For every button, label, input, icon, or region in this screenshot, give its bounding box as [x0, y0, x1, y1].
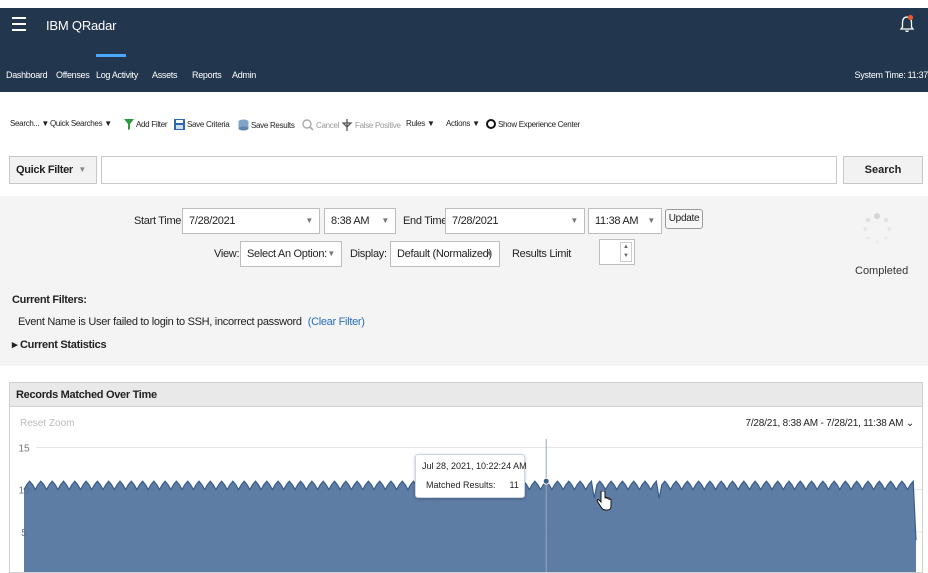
database-save-icon [238, 119, 249, 131]
end-time-select[interactable]: 11:38 AM ▼ [588, 208, 662, 234]
dropdown-arrow-icon: ▼ [472, 119, 480, 128]
current-filters-heading: Current Filters: [12, 294, 87, 306]
end-date-select[interactable]: 7/28/2021 ▼ [445, 208, 585, 234]
display-select[interactable]: Default (Normalized) ▼ [390, 241, 500, 267]
tooltip-series-row: Matched Results: 11 [422, 480, 519, 490]
dropdown-arrow-icon: ▼ [104, 119, 112, 128]
view-select[interactable]: Select An Option: ▼ [240, 241, 342, 267]
quick-filter-select[interactable]: Quick Filter ▼ [9, 156, 97, 184]
app-header: IBM QRadar [0, 8, 928, 44]
records-chart-panel: Records Matched Over Time Reset Zoom 7/2… [9, 382, 923, 573]
start-time-select[interactable]: 8:38 AM ▼ [324, 208, 396, 234]
tab-reports[interactable]: Reports [192, 70, 222, 80]
quick-searches-button[interactable]: Quick Searches ▼ [50, 119, 112, 128]
app-title: IBM QRadar [46, 18, 117, 33]
current-filter-item: Event Name is User failed to login to SS… [18, 316, 365, 328]
current-statistics-toggle[interactable]: ▸ Current Statistics [12, 338, 107, 351]
show-experience-center-button[interactable]: Show Experience Center [486, 119, 580, 129]
chevron-down-icon: ⌄ [905, 418, 914, 429]
system-time: System Time: 11:37 [854, 70, 928, 80]
notification-bell-icon[interactable] [898, 14, 916, 34]
search-menu-button[interactable]: Search... ▼ [10, 119, 49, 128]
tab-admin[interactable]: Admin [232, 70, 256, 80]
dropdown-arrow-icon: ▼ [78, 165, 86, 174]
dropdown-arrow-icon: ▼ [327, 249, 335, 258]
tooltip-timestamp: Jul 28, 2021, 10:22:24 AM [422, 461, 527, 471]
update-button[interactable]: Update [665, 209, 703, 229]
expand-triangle-icon: ▸ [12, 339, 18, 351]
save-results-button[interactable]: Save Results [238, 119, 295, 131]
hand-cursor-icon [596, 490, 612, 516]
tooltip-value: 11 [509, 480, 519, 490]
hamburger-menu-icon[interactable] [12, 17, 26, 31]
clear-filter-link[interactable]: (Clear Filter) [308, 316, 365, 328]
dropdown-arrow-icon: ▼ [570, 216, 578, 225]
display-label: Display: [350, 248, 387, 260]
main-nav: Dashboard Offenses Log Activity Assets R… [0, 44, 928, 92]
tooltip-series-label: Matched Results: [426, 480, 496, 490]
add-filter-button[interactable]: Add Filter [124, 119, 168, 130]
loading-spinner-icon [860, 212, 894, 248]
status-text: Completed [855, 265, 909, 277]
dropdown-arrow-icon: ▼ [41, 119, 49, 128]
reset-zoom-button[interactable]: Reset Zoom [20, 418, 74, 429]
experience-center-icon [486, 119, 496, 129]
cancel-button[interactable]: Cancel [302, 119, 339, 131]
y-tick-label: 15 [18, 443, 30, 454]
tab-offenses[interactable]: Offenses [56, 70, 90, 80]
tab-log-activity[interactable]: Log Activity [96, 70, 138, 80]
dropdown-arrow-icon: ▼ [647, 216, 655, 225]
tab-dashboard[interactable]: Dashboard [6, 70, 48, 80]
time-range-selector[interactable]: 7/28/21, 8:38 AM - 7/28/21, 11:38 AM ⌄ [745, 418, 914, 429]
actions-menu-button[interactable]: Actions ▼ [446, 119, 480, 128]
search-button[interactable]: Search [843, 156, 923, 184]
chart-tooltip: Jul 28, 2021, 10:22:24 AM Matched Result… [415, 454, 527, 498]
end-time-label: End Time [403, 215, 448, 227]
filter-icon [124, 119, 134, 130]
spinner-arrows-icon[interactable]: ▲ ▼ [620, 242, 632, 262]
dropdown-arrow-icon: ▼ [426, 119, 435, 128]
notification-badge [907, 14, 914, 21]
highlighted-data-point [542, 477, 550, 485]
results-limit-input[interactable]: ▲ ▼ [599, 239, 635, 265]
results-limit-label: Results Limit [512, 248, 572, 260]
start-time-label: Start Time [134, 215, 182, 227]
search-parameters-panel: Start Time 7/28/2021 ▼ 8:38 AM ▼ End Time … [0, 196, 928, 366]
save-icon [174, 119, 185, 130]
quick-filter-row: Quick Filter ▼ Search [9, 156, 923, 184]
dropdown-arrow-icon: ▼ [305, 216, 313, 225]
toolbar: Search... ▼ Quick Searches ▼ Add Filter Sa… [0, 108, 928, 138]
chart-panel-title: Records Matched Over Time [10, 383, 922, 407]
save-criteria-button[interactable]: Save Criteria [174, 119, 230, 130]
dropdown-arrow-icon: ▼ [485, 249, 493, 258]
tab-assets[interactable]: Assets [152, 70, 178, 80]
dropdown-arrow-icon: ▼ [381, 216, 389, 225]
start-date-select[interactable]: 7/28/2021 ▼ [182, 208, 320, 234]
rules-menu-button[interactable]: Rules ▼ [406, 119, 435, 128]
cancel-search-icon [302, 119, 314, 131]
view-label: View: [214, 248, 240, 260]
false-positive-icon [342, 119, 353, 131]
active-tab-indicator [96, 54, 126, 57]
quick-filter-input[interactable] [101, 156, 837, 184]
false-positive-button[interactable]: False Positive [342, 119, 401, 131]
